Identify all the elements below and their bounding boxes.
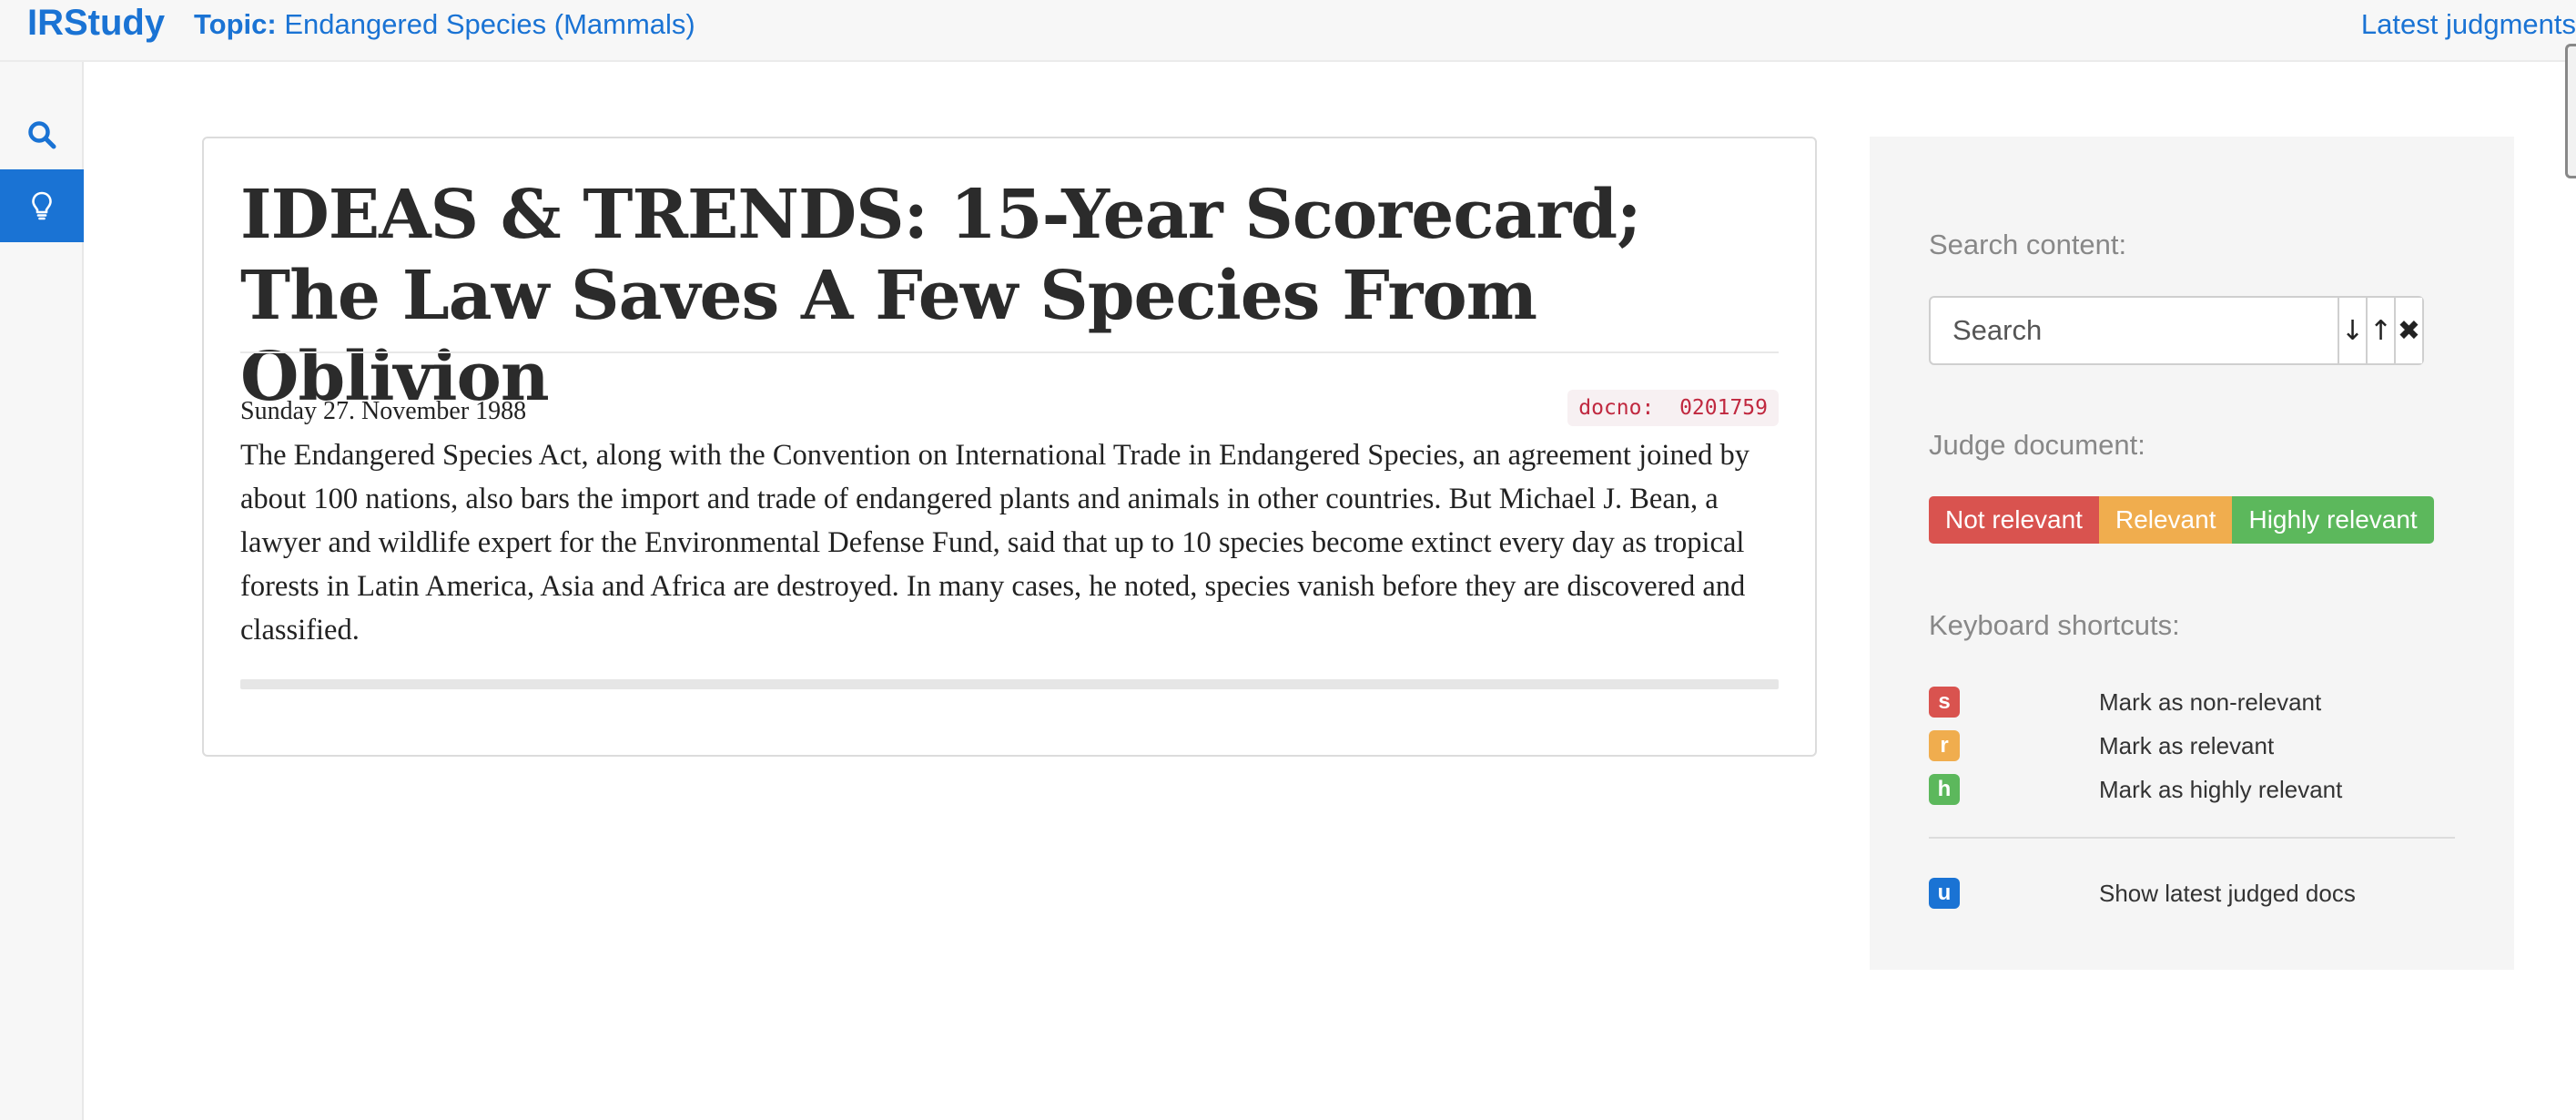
search-input[interactable] — [1931, 298, 2339, 363]
judge-button-group: Not relevant Relevant Highly relevant — [1929, 496, 2434, 544]
shortcut-key-badge: u — [1929, 878, 1960, 909]
arrow-down-icon: ↓ — [2340, 314, 2365, 347]
docno-badge: docno: 0201759 — [1567, 390, 1779, 426]
topic-name: Endangered Species (Mammals) — [284, 8, 695, 40]
judging-panel: Search content: ↓ ↑ ✖ Judge document: No… — [1870, 137, 2514, 970]
shortcut-row: u Show latest judged docs — [1929, 878, 2457, 909]
arrow-up-icon: ↑ — [2368, 314, 2393, 347]
sidebar-item-judging[interactable] — [0, 169, 84, 242]
shortcut-label: Mark as highly relevant — [2099, 776, 2343, 803]
shortcut-key-badge: s — [1929, 687, 1960, 718]
docno-label: docno: — [1578, 396, 1655, 420]
shortcut-row: s Mark as non-relevant — [1929, 687, 2457, 718]
shortcut-label: Mark as relevant — [2099, 732, 2275, 759]
shortcuts-divider — [1929, 837, 2455, 839]
title-divider — [240, 351, 1779, 353]
search-prev-button[interactable]: ↑ — [2368, 298, 2396, 363]
document-title: IDEAS & TRENDS: 15-Year Scorecard; The L… — [240, 176, 1641, 416]
shortcut-label: Mark as non-relevant — [2099, 688, 2322, 716]
shortcut-row: h Mark as highly relevant — [1929, 774, 2457, 805]
lightbulb-icon — [32, 191, 52, 220]
reading-progress-bar — [240, 679, 1779, 689]
sidebar-item-search[interactable] — [0, 98, 84, 171]
topic-label: Topic: — [194, 8, 277, 40]
search-content-heading: Search content: — [1929, 229, 2127, 260]
shortcut-key-badge: r — [1929, 730, 1960, 761]
search-icon — [28, 121, 56, 149]
top-navbar: IRStudy Topic: Endangered Species (Mamma… — [0, 0, 2576, 62]
docno-value: 0201759 — [1679, 396, 1768, 420]
search-clear-button[interactable]: ✖ — [2396, 298, 2422, 363]
shortcut-key-badge: h — [1929, 774, 1960, 805]
judge-document-heading: Judge document: — [1929, 429, 2145, 461]
document-body: The Endangered Species Act, along with t… — [240, 439, 1749, 647]
latest-judgments-link[interactable]: Latest judgments — [2361, 0, 2576, 49]
not-relevant-button[interactable]: Not relevant — [1929, 496, 2099, 544]
document-card: IDEAS & TRENDS: 15-Year Scorecard; The L… — [202, 137, 1817, 757]
relevant-button[interactable]: Relevant — [2098, 496, 2233, 544]
document-date: Sunday 27. November 1988 — [240, 397, 527, 425]
shortcut-label: Show latest judged docs — [2099, 880, 2356, 907]
brand-logo[interactable]: IRStudy — [27, 0, 165, 46]
topic-heading: Topic: Endangered Species (Mammals) — [194, 0, 695, 49]
highly-relevant-button[interactable]: Highly relevant — [2232, 496, 2434, 544]
keyboard-shortcuts-heading: Keyboard shortcuts: — [1929, 609, 2180, 641]
sidebar — [0, 62, 84, 1120]
search-next-button[interactable]: ↓ — [2339, 298, 2368, 363]
scroll-handle[interactable] — [2565, 44, 2576, 178]
shortcut-row: r Mark as relevant — [1929, 730, 2457, 761]
close-icon: ✖ — [2397, 314, 2421, 347]
search-content-group: ↓ ↑ ✖ — [1929, 296, 2424, 365]
